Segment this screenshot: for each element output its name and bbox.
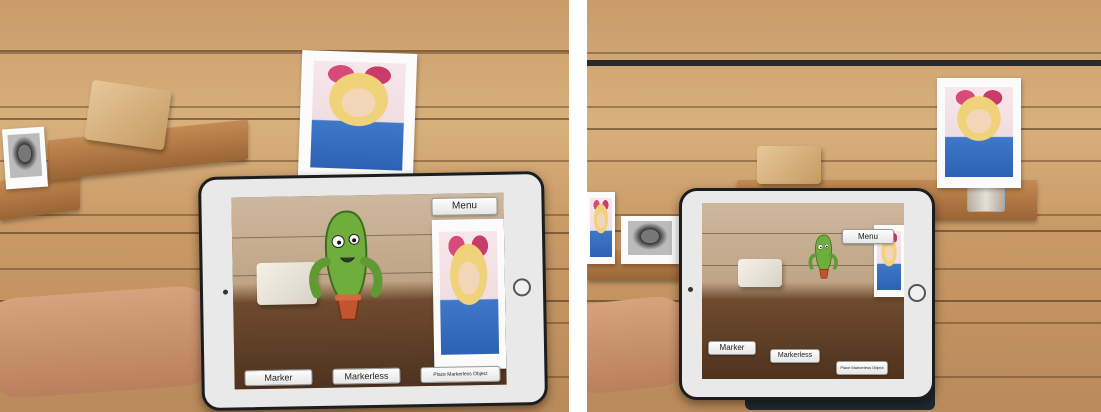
photo-collage: Menu Marker Markerless Place Markerless … xyxy=(0,0,1101,412)
marker-card xyxy=(297,50,418,184)
plank-seam xyxy=(0,118,569,120)
markerless-button[interactable]: Markerless xyxy=(770,349,820,363)
feed-wooden-block xyxy=(738,259,782,287)
cactus-character-icon xyxy=(309,210,383,321)
hanging-rail xyxy=(587,60,1101,66)
camera-icon xyxy=(222,289,229,295)
marker-artwork xyxy=(945,86,1013,177)
arm xyxy=(0,283,224,401)
side-photo-card xyxy=(587,192,615,264)
bw-photo-card xyxy=(1,126,49,190)
marker-button[interactable]: Marker xyxy=(244,369,313,387)
camera-icon xyxy=(688,287,693,292)
feed-marker-artwork xyxy=(439,230,499,355)
tablet: Menu Marker Markerless Place Markerless … xyxy=(679,188,935,400)
left-photo: Menu Marker Markerless Place Markerless … xyxy=(0,0,569,412)
bw-photo-card xyxy=(621,216,679,264)
tablet: Menu Marker Markerless Place Markerless … xyxy=(197,170,549,412)
right-photo: Menu Marker Markerless Place Markerless … xyxy=(587,0,1101,412)
plank-seam xyxy=(587,128,1101,130)
cactus-character-icon xyxy=(808,234,838,279)
menu-button[interactable]: Menu xyxy=(431,196,498,216)
marker-card xyxy=(937,78,1021,188)
markerless-button[interactable]: Markerless xyxy=(332,367,401,385)
tablet-screen: Menu Marker Markerless Place Markerless … xyxy=(702,203,904,379)
tablet-screen: Menu Marker Markerless Place Markerless … xyxy=(231,192,507,390)
marker-artwork xyxy=(309,60,406,171)
place-markerless-object-button[interactable]: Place Markerless Object xyxy=(420,365,501,384)
home-button-icon[interactable] xyxy=(512,278,532,297)
side-photo-artwork xyxy=(589,197,613,257)
plank-seam xyxy=(0,50,569,52)
place-markerless-object-button[interactable]: Place Markerless Object xyxy=(836,361,888,375)
feed-marker-card xyxy=(431,218,507,370)
home-button-icon[interactable] xyxy=(908,284,926,302)
bw-photo xyxy=(627,220,673,256)
marker-button[interactable]: Marker xyxy=(708,341,756,355)
wooden-block xyxy=(757,146,821,184)
wooden-block xyxy=(84,79,172,151)
menu-button[interactable]: Menu xyxy=(842,229,894,244)
bw-photo xyxy=(7,132,43,179)
